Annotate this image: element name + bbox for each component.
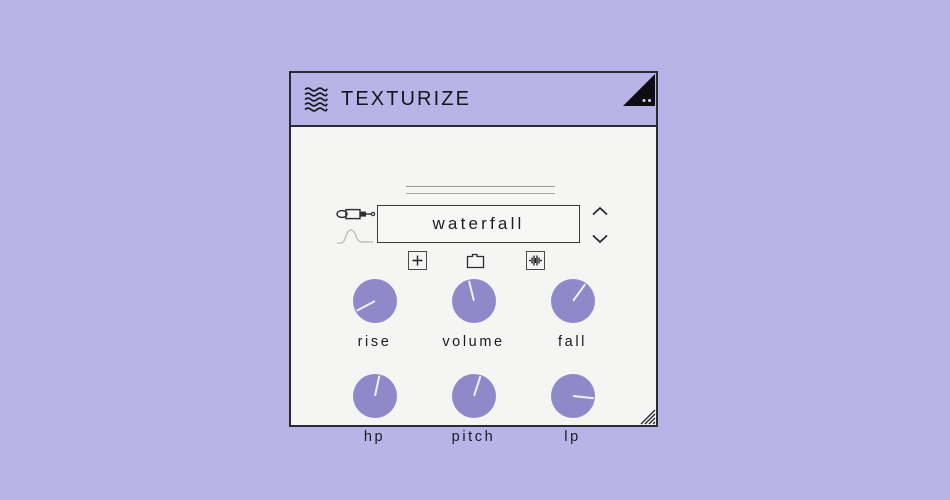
knob-lp-dial[interactable]	[550, 374, 595, 418]
resize-grip-icon[interactable]	[639, 408, 656, 425]
knob-hp-dial[interactable]	[352, 374, 397, 418]
knob-pointer	[373, 375, 380, 397]
preset-row: waterfall	[291, 205, 656, 247]
knob-rise[interactable]: rise	[327, 279, 423, 350]
preset-name-value: waterfall	[432, 214, 525, 233]
chevron-down-icon[interactable]	[590, 232, 610, 245]
knob-fall-dial[interactable]	[550, 279, 595, 323]
plugin-window: TEXTURIZE waterfall rise volume fall hp …	[289, 71, 658, 445]
preset-steppers	[586, 205, 614, 245]
knob-lp[interactable]: lp	[525, 374, 621, 445]
meter-line-top	[406, 186, 555, 187]
knob-fall[interactable]: fall	[525, 279, 621, 350]
preset-name-field[interactable]: waterfall	[377, 205, 580, 243]
plug-connector-icon	[336, 208, 376, 220]
waves-icon	[303, 85, 329, 113]
knob-row-1: rise volume fall	[291, 279, 656, 350]
knob-rise-label: rise	[357, 334, 392, 350]
knob-pointer	[572, 395, 594, 400]
triangle-corner-icon[interactable]	[617, 73, 656, 112]
knob-volume-dial[interactable]	[451, 279, 496, 323]
knob-pointer	[571, 283, 586, 302]
knob-lp-label: lp	[564, 429, 581, 445]
meter-line-bottom	[406, 193, 555, 194]
action-buttons	[291, 251, 656, 273]
page-title: TEXTURIZE	[341, 87, 472, 110]
knob-pointer	[467, 280, 475, 302]
open-preset-button[interactable]	[466, 251, 485, 270]
plus-icon	[412, 255, 423, 266]
knob-pointer	[355, 300, 375, 312]
meter-divider	[406, 186, 555, 194]
preset-side-icons	[335, 203, 377, 249]
knob-rise-dial[interactable]	[352, 279, 397, 323]
knob-pitch[interactable]: pitch	[426, 374, 522, 445]
knob-volume[interactable]: volume	[426, 279, 522, 350]
knob-hp[interactable]: hp	[327, 374, 423, 445]
knob-volume-label: volume	[442, 334, 505, 350]
envelope-curve-icon	[337, 229, 373, 244]
knob-grid: rise volume fall hp pitch lp	[291, 279, 656, 469]
add-preset-button[interactable]	[408, 251, 427, 270]
knob-fall-label: fall	[558, 334, 587, 350]
knob-pitch-label: pitch	[451, 429, 496, 445]
knob-pointer	[472, 375, 481, 397]
knob-hp-label: hp	[363, 429, 386, 445]
folder-icon	[466, 253, 485, 268]
knob-row-2: hp pitch lp	[291, 374, 656, 445]
panel-body: waterfall rise volume fall hp pitch lp	[291, 127, 656, 445]
knob-pitch-dial[interactable]	[451, 374, 496, 418]
waveform-icon	[529, 255, 542, 266]
chevron-up-icon[interactable]	[590, 205, 610, 218]
randomize-button[interactable]	[526, 251, 545, 270]
title-bar: TEXTURIZE	[291, 73, 656, 127]
